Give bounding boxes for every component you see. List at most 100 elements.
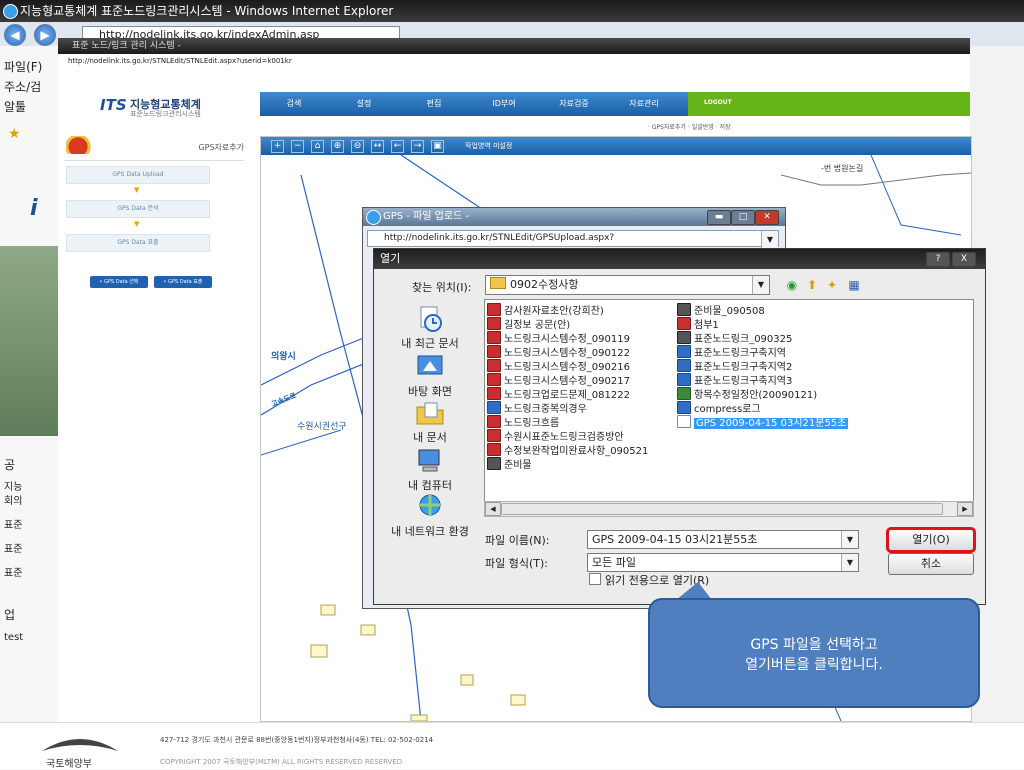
file-item[interactable]: 준비물_090508 [677, 303, 848, 317]
horizontal-scrollbar[interactable]: ◀ ▶ [484, 501, 974, 517]
place-my-computer[interactable]: 내 컴퓨터 [380, 447, 480, 493]
look-in-select[interactable]: 0902수정사항 ▼ [485, 275, 770, 295]
readonly-checkbox[interactable] [589, 573, 601, 585]
new-folder-icon[interactable]: ✦ [824, 277, 840, 293]
file-item[interactable]: 노드링크시스템수정_090216 [487, 359, 648, 373]
menu-search[interactable]: 검색 [264, 92, 324, 116]
prev-view-icon[interactable]: ← [391, 140, 404, 153]
file-item[interactable]: 노드링크시스템수정_090217 [487, 373, 648, 387]
menu-data-verify[interactable]: 자료검증 [544, 92, 604, 116]
zoom-in-icon[interactable]: + [271, 140, 284, 153]
file-item[interactable]: 표준노드링크구축지역2 [677, 359, 848, 373]
place-desktop[interactable]: 바탕 화면 [380, 353, 480, 399]
place-network[interactable]: 내 네트워크 환경 [380, 493, 480, 539]
file-item[interactable]: 노드링크시스템수정_090119 [487, 331, 648, 345]
hwp-file-icon [677, 345, 691, 358]
close-icon[interactable]: ✕ [755, 210, 779, 225]
footer-copyright: COPYRIGHT 2007 국토해양부(MLTM) ALL RIGHTS RE… [160, 758, 403, 766]
txt-file-icon [677, 415, 691, 428]
outer-menu-altool[interactable]: 알툴 [4, 98, 26, 115]
file-name: 표준노드링크_090325 [694, 334, 793, 345]
outer-item-4[interactable]: 표준 [4, 540, 22, 555]
open-button[interactable]: 열기(O) [886, 527, 976, 553]
step-gps-analyze[interactable]: GPS Data 분석 [66, 200, 210, 218]
outer-item-2[interactable]: 회의 [4, 492, 22, 507]
file-item[interactable]: GPS 2009-04-15 03시21분55초 [677, 415, 849, 429]
view-menu-icon[interactable]: ▦ [846, 277, 862, 293]
next-view-icon[interactable]: → [411, 140, 424, 153]
place-my-documents[interactable]: 내 문서 [380, 399, 480, 445]
file-item[interactable]: 수원시표준노드링크검증방안 [487, 429, 648, 443]
zoom-out-icon[interactable]: − [291, 140, 304, 153]
file-name: 표준노드링크구축지역2 [694, 362, 793, 373]
file-item[interactable]: 감사원자료초안(강희찬) [487, 303, 648, 317]
up-folder-icon[interactable]: ⬆ [804, 277, 820, 293]
pan-icon[interactable]: ↔ [371, 140, 384, 153]
scroll-right-icon[interactable]: ▶ [957, 502, 973, 516]
file-item[interactable]: 길정보 공문(안) [487, 317, 648, 331]
chevron-down-icon[interactable]: ▼ [841, 554, 858, 571]
file-item[interactable]: 항목수정일정안(20090121) [677, 387, 848, 401]
menu-edit[interactable]: 편집 [404, 92, 464, 116]
gps-data-select-button[interactable]: • GPS Data 선택 [90, 276, 148, 288]
file-item[interactable]: 첨부1 [677, 317, 848, 331]
menu-id-assign[interactable]: ID부여 [474, 92, 534, 116]
chevron-down-icon[interactable]: ▼ [752, 276, 769, 294]
scroll-left-icon[interactable]: ◀ [485, 502, 501, 516]
outer-menu-address[interactable]: 주소/검 [4, 78, 41, 95]
file-item[interactable]: compress로그 [677, 401, 848, 415]
step-gps-display[interactable]: GPS Data 표출 [66, 234, 210, 252]
outer-item-3[interactable]: 표준 [4, 516, 22, 531]
minimize-icon[interactable]: ▬ [707, 210, 731, 225]
chevron-down-icon[interactable]: ▼ [841, 531, 858, 548]
outer-item-test[interactable]: test [4, 632, 23, 643]
close-icon[interactable]: X [952, 252, 976, 267]
menu-data-manage[interactable]: 자료관리 [614, 92, 674, 116]
inner-address-bar[interactable]: http://nodelink.its.go.kr/STNLEdit/STNLE… [58, 54, 970, 69]
file-item[interactable]: 수정보완작업미완료사항_090521 [487, 443, 648, 457]
menu-settings[interactable]: 설정 [334, 92, 394, 116]
file-item[interactable]: 표준노드링크구축지역 [677, 345, 848, 359]
chevron-down-icon[interactable]: ▼ [761, 231, 778, 249]
logout-button[interactable]: LOGOUT [688, 92, 970, 116]
back-icon[interactable]: ◀ [4, 24, 26, 46]
file-item[interactable]: 노드링크흐름 [487, 415, 648, 429]
xls-file-icon [677, 387, 691, 400]
inner-window-title: 표준 노드/링크 관리 시스템 - [72, 41, 181, 51]
submenu[interactable]: · GPS자료추가 · 일괄반영 · 저장 [648, 122, 731, 131]
left-panel-title: GPS자료추가 [198, 143, 244, 152]
file-item[interactable]: 표준노드링크_090325 [677, 331, 848, 345]
forward-icon[interactable]: ▶ [34, 24, 56, 46]
file-list[interactable]: 감사원자료초안(강희찬) 길정보 공문(안) 노드링크시스템수정_090119 노드링… [484, 299, 974, 517]
filetype-select[interactable]: 모든 파일 ▼ [587, 553, 859, 572]
back-icon[interactable]: ◉ [784, 277, 800, 293]
place-recent[interactable]: 내 최근 문서 [380, 305, 480, 351]
file-item[interactable]: 노드링크시스템수정_090122 [487, 345, 648, 359]
maximize-icon[interactable]: □ [731, 210, 755, 225]
scroll-thumb[interactable] [501, 503, 943, 515]
upload-address-bar[interactable]: http://nodelink.its.go.kr/STNLEdit/GPSUp… [367, 230, 779, 249]
map-label-suwon: 수원시권선구 [297, 422, 347, 432]
outer-item-5[interactable]: 표준 [4, 564, 22, 579]
ie-icon [366, 210, 381, 225]
home-icon[interactable]: ⌂ [311, 140, 324, 153]
outer-menu-file[interactable]: 파일(F) [4, 58, 42, 75]
outer-item-1[interactable]: 지능 [4, 478, 22, 493]
gps-data-display-button[interactable]: • GPS Data 표출 [154, 276, 212, 288]
file-item[interactable]: 표준노드링크구축지역3 [677, 373, 848, 387]
zoom-box-out-icon[interactable]: ⊖ [351, 140, 364, 153]
cancel-button[interactable]: 취소 [888, 553, 974, 575]
filename-input[interactable]: GPS 2009-04-15 03시21분55초 ▼ [587, 530, 859, 549]
zoom-box-icon[interactable]: ⊕ [331, 140, 344, 153]
star-icon[interactable]: ★ [8, 126, 21, 142]
full-extent-icon[interactable]: ▣ [431, 140, 444, 153]
file-item[interactable]: 노드링크업로드문제_081222 [487, 387, 648, 401]
filename-label: 파일 이름(N): [485, 534, 550, 547]
outer-window-title: 지능형교통체계 표준노드링크관리시스템 - Windows Internet E… [20, 4, 394, 18]
step-gps-upload[interactable]: GPS Data Upload [66, 166, 210, 184]
file-item[interactable]: 노드링크중복의경우 [487, 401, 648, 415]
help-icon[interactable]: ? [926, 252, 950, 267]
hwp-file-icon [677, 359, 691, 372]
file-item[interactable]: 준비물 [487, 457, 648, 471]
network-icon [419, 494, 441, 516]
